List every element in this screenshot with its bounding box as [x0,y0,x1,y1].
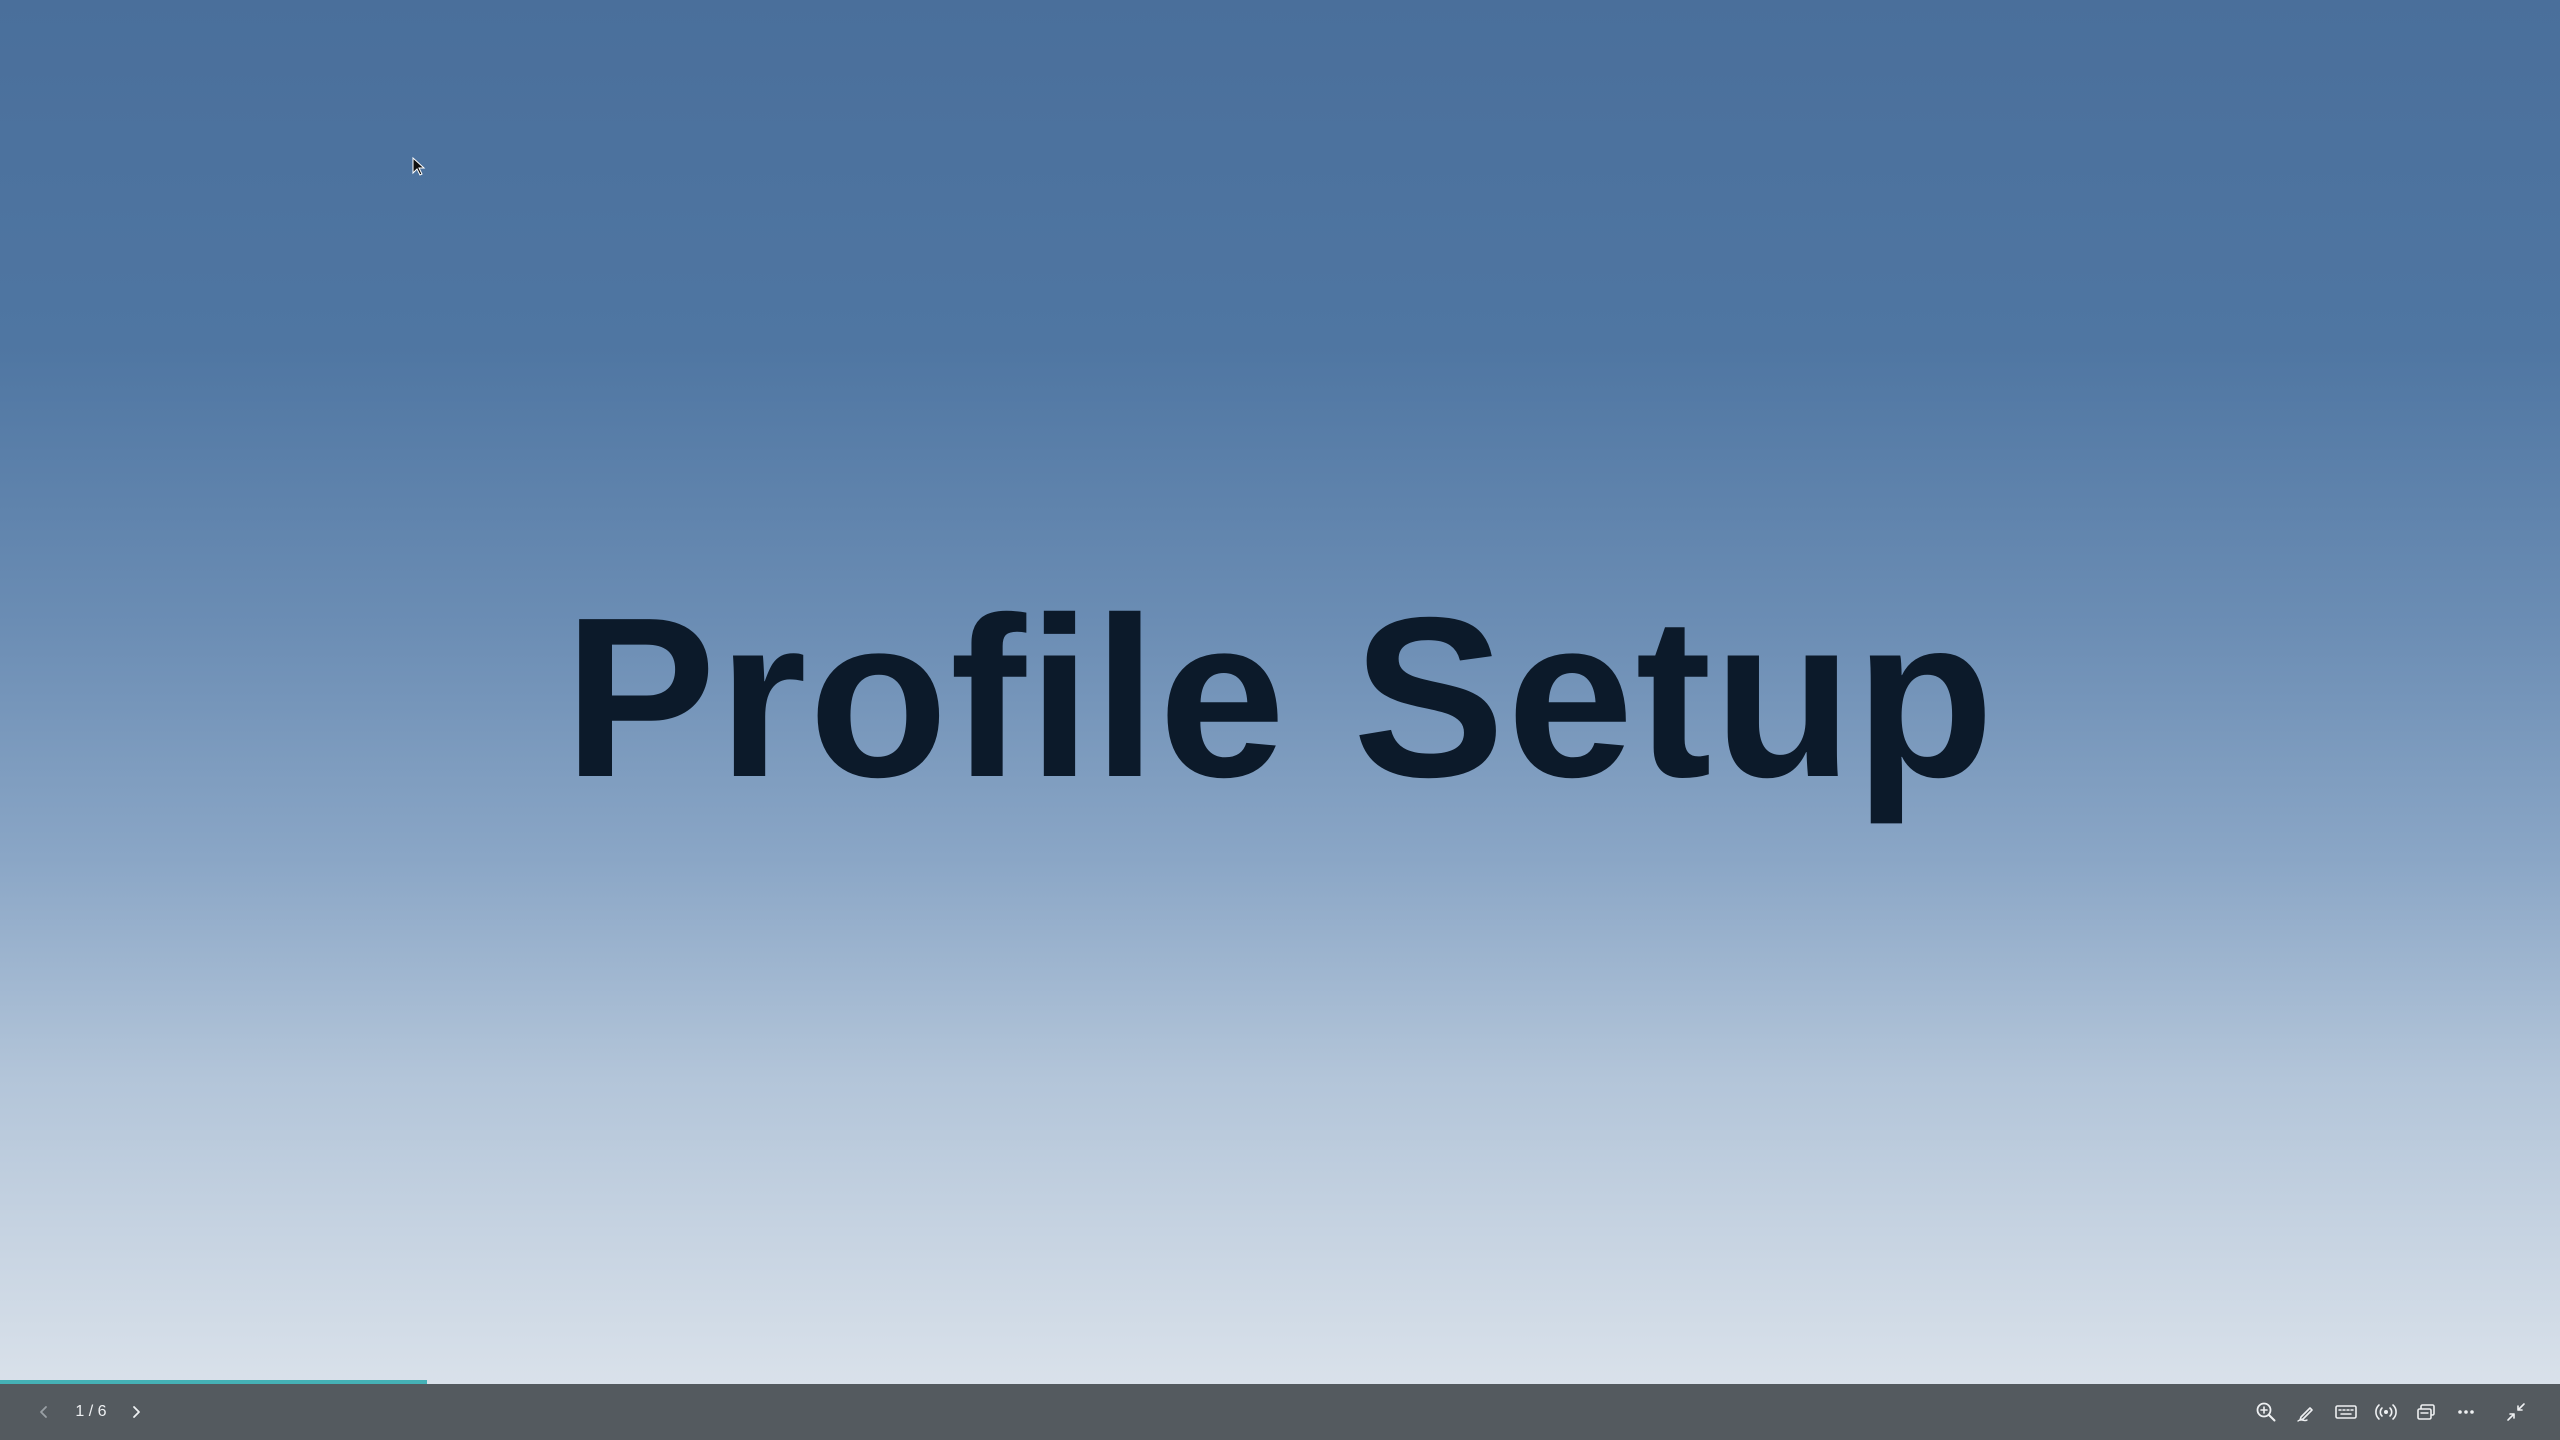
zoom-in-icon [2256,1402,2276,1422]
previous-slide-button[interactable] [28,1396,60,1428]
keyboard-button[interactable] [2330,1396,2362,1428]
mouse-pointer-icon [412,157,426,176]
exit-fullscreen-button[interactable] [2500,1396,2532,1428]
keyboard-icon [2335,1405,2357,1419]
pen-button[interactable] [2290,1396,2322,1428]
next-slide-button[interactable] [120,1396,152,1428]
presentation-toolbar: 1 / 6 [0,1384,2560,1440]
chevron-right-icon [133,1406,140,1418]
chevron-left-icon [40,1406,47,1418]
live-broadcast-button[interactable] [2370,1396,2402,1428]
page-indicator: 1 / 6 [75,1403,107,1420]
presenter-view-button[interactable] [2410,1396,2442,1428]
broadcast-icon [2375,1404,2397,1420]
more-options-button[interactable] [2450,1396,2482,1428]
minimize-icon [2507,1403,2525,1421]
slide-title: Profile Setup [563,571,1997,825]
slide-canvas: Profile Setup [0,0,2560,1384]
pen-icon [2297,1407,2313,1422]
more-horizontal-icon [2458,1410,2474,1414]
windows-icon [2417,1404,2435,1420]
zoom-button[interactable] [2250,1396,2282,1428]
